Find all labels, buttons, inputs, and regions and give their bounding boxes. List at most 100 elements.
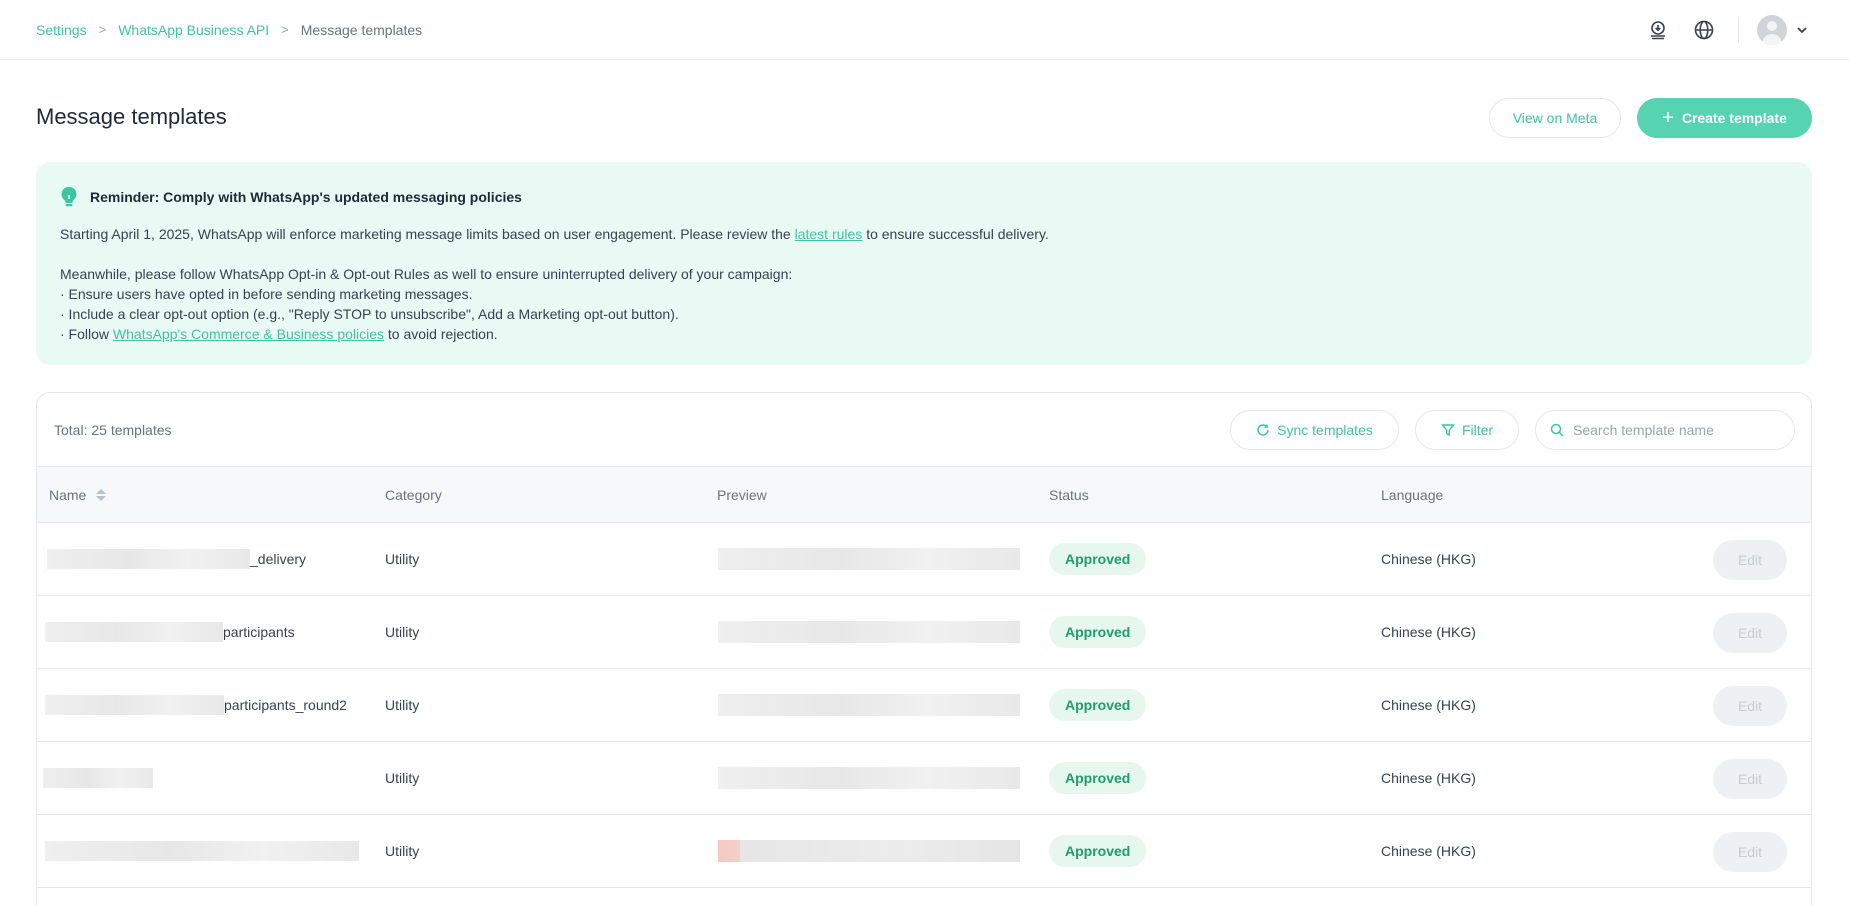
column-header-name[interactable]: Name — [49, 467, 107, 522]
breadcrumb-current: Message templates — [300, 21, 423, 38]
status-cell: Approved — [1049, 742, 1147, 814]
refresh-icon — [1257, 424, 1269, 436]
edit-button[interactable]: Edit — [1713, 540, 1787, 580]
divider — [1738, 17, 1739, 43]
table-row[interactable]: participants Utility Approved Chinese (H… — [37, 596, 1811, 669]
filter-label: Filter — [1461, 422, 1494, 438]
total-count: Total: 25 templates — [54, 421, 172, 438]
view-on-meta-button[interactable]: View on Meta — [1489, 98, 1621, 138]
search-field[interactable] — [1535, 410, 1795, 450]
latest-rules-link[interactable]: latest rules — [795, 226, 863, 242]
sync-templates-label: Sync templates — [1277, 422, 1373, 438]
preview-cell — [718, 815, 1020, 887]
edit-button[interactable]: Edit — [1713, 759, 1787, 799]
column-header-category: Category — [385, 486, 442, 503]
policy-reminder-banner: Reminder: Comply with WhatsApp's updated… — [36, 162, 1812, 365]
status-cell: Approved — [1049, 596, 1147, 668]
template-name-cell — [45, 815, 359, 887]
column-name-label: Name — [49, 486, 87, 503]
redacted-text — [45, 695, 224, 715]
search-icon — [1550, 423, 1564, 437]
status-badge: Approved — [1049, 835, 1147, 867]
download-icon[interactable] — [1646, 18, 1670, 42]
edit-button[interactable]: Edit — [1713, 832, 1787, 872]
template-name: participants_round2 — [224, 697, 347, 713]
chevron-down-icon[interactable] — [1795, 23, 1809, 37]
commerce-policies-link[interactable]: WhatsApp's Commerce & Business policies — [113, 326, 384, 342]
column-header-preview: Preview — [717, 486, 767, 503]
breadcrumb-separator: > — [281, 22, 289, 37]
table-toolbar: Total: 25 templates Sync templates Filte… — [37, 393, 1811, 466]
sync-templates-button[interactable]: Sync templates — [1230, 410, 1399, 450]
preview-cell — [718, 742, 1020, 814]
template-name: _delivery — [250, 551, 307, 567]
category-cell: Utility — [385, 624, 420, 640]
language-cell: Chinese (HKG) — [1381, 624, 1476, 640]
redacted-text — [47, 549, 250, 569]
redacted-preview — [718, 621, 1020, 643]
create-template-label: Create template — [1681, 110, 1787, 126]
status-cell: Approved — [1049, 523, 1147, 595]
template-name-cell: participants — [45, 596, 295, 668]
status-cell: Approved — [1049, 815, 1147, 887]
status-badge: Approved — [1049, 616, 1147, 648]
topbar-actions — [1624, 0, 1809, 60]
top-bar: Settings > WhatsApp Business API > Messa… — [0, 0, 1849, 60]
preview-cell — [718, 523, 1020, 595]
template-name-cell: _delivery — [47, 523, 306, 595]
redacted-text — [43, 768, 153, 788]
banner-bullet-1: · Ensure users have opted in before send… — [60, 286, 473, 302]
language-cell: Chinese (HKG) — [1381, 697, 1476, 713]
edit-button[interactable]: Edit — [1713, 613, 1787, 653]
language-cell: Chinese (HKG) — [1381, 770, 1476, 786]
breadcrumb-whatsapp-api[interactable]: WhatsApp Business API — [118, 22, 269, 38]
table-row[interactable]: Utility Approved Chinese (HKG) Edit — [37, 742, 1811, 815]
edit-button[interactable]: Edit — [1713, 686, 1787, 726]
table-row[interactable]: Utility Approved Chinese (HKG) Edit — [37, 815, 1811, 888]
template-name-cell: participants_round2 — [45, 669, 347, 741]
category-cell: Utility — [385, 551, 420, 567]
search-input[interactable] — [1573, 422, 1773, 438]
template-name: participants — [223, 624, 295, 640]
language-cell: Chinese (HKG) — [1381, 843, 1476, 859]
banner-line-2: Meanwhile, please follow WhatsApp Opt-in… — [60, 266, 793, 282]
sort-icon[interactable] — [96, 488, 107, 501]
status-badge: Approved — [1049, 689, 1147, 721]
status-badge: Approved — [1049, 762, 1147, 794]
category-cell: Utility — [385, 770, 420, 786]
filter-icon — [1440, 424, 1455, 437]
table-header: Name Category Preview Status Language — [37, 466, 1811, 523]
page-title: Message templates — [36, 104, 227, 129]
filter-button[interactable]: Filter — [1415, 410, 1519, 450]
banner-title-row: Reminder: Comply with WhatsApp's updated… — [60, 186, 1788, 208]
redacted-text — [45, 841, 359, 861]
lightbulb-icon — [60, 186, 78, 208]
banner-bullet-3-text: · Follow — [60, 326, 113, 342]
redacted-preview — [718, 767, 1020, 789]
table-row[interactable]: participants_round2 Utility Approved Chi… — [37, 669, 1811, 742]
column-header-language: Language — [1381, 486, 1444, 503]
banner-bullet-2: · Include a clear opt-out option (e.g., … — [60, 306, 679, 322]
status-badge: Approved — [1049, 543, 1147, 575]
banner-line-1: Starting April 1, 2025, WhatsApp will en… — [60, 224, 1788, 244]
preview-cell — [718, 669, 1020, 741]
create-template-button[interactable]: + Create template — [1637, 98, 1812, 138]
globe-icon[interactable] — [1692, 18, 1716, 42]
category-cell: Utility — [385, 843, 420, 859]
avatar[interactable] — [1757, 15, 1787, 45]
redacted-preview — [718, 548, 1020, 570]
banner-line-1-tail: to ensure successful delivery. — [862, 226, 1049, 242]
column-header-status: Status — [1049, 486, 1089, 503]
banner-bullet-3: · Follow WhatsApp's Commerce & Business … — [60, 324, 1788, 344]
banner-bullet-3-tail: to avoid rejection. — [384, 326, 498, 342]
redacted-preview — [718, 840, 1020, 862]
category-cell: Utility — [385, 697, 420, 713]
template-name-cell — [43, 742, 153, 814]
redacted-preview — [718, 694, 1020, 716]
templates-table-card: Total: 25 templates Sync templates Filte… — [36, 392, 1812, 906]
banner-line-1-text: Starting April 1, 2025, WhatsApp will en… — [60, 226, 795, 242]
breadcrumb-settings[interactable]: Settings — [36, 22, 87, 38]
language-cell: Chinese (HKG) — [1381, 551, 1476, 567]
table-row[interactable]: _delivery Utility Approved Chinese (HKG)… — [37, 523, 1811, 596]
status-cell: Approved — [1049, 669, 1147, 741]
